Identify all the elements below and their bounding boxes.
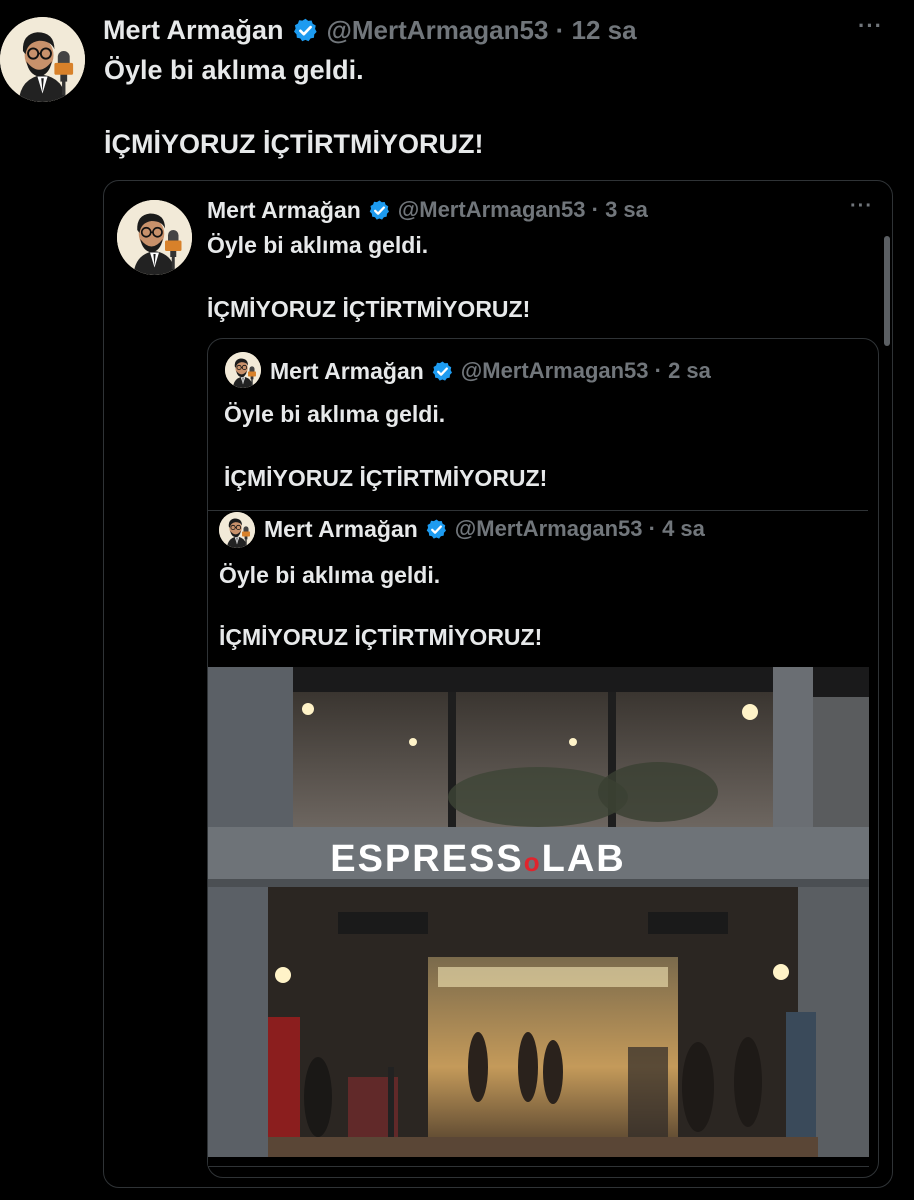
more-options-icon[interactable]: ··· — [858, 13, 883, 39]
tweet-text-line-2: İÇMİYORUZ İÇTİRTMİYORUZ! — [104, 129, 484, 159]
sign-text-right: LAB — [542, 838, 626, 880]
deep-avatar-image — [219, 512, 255, 548]
avatar-image — [0, 17, 85, 102]
deep-author-handle-time[interactable]: @MertArmagan53 · 4 sa — [455, 516, 705, 542]
sign-text-o: o — [524, 847, 542, 877]
author-name[interactable]: Mert Armağan — [103, 15, 284, 46]
storefront-photo: ESPRESSoLAB — [208, 667, 869, 1157]
sign-text-left: ESPRESS — [330, 838, 524, 880]
nested-author-name[interactable]: Mert Armağan — [270, 358, 424, 385]
verified-badge-icon — [368, 199, 391, 222]
deep-author-name[interactable]: Mert Armağan — [264, 516, 418, 543]
quoted-author-name[interactable]: Mert Armağan — [207, 197, 361, 224]
svg-text:ESPRESSoLAB: ESPRESSoLAB — [330, 838, 626, 880]
quoted-author-handle-time[interactable]: @MertArmagan53 · 3 sa — [398, 197, 648, 223]
quoted-text-line-2: İÇMİYORUZ İÇTİRTMİYORUZ! — [207, 296, 531, 322]
nested-avatar[interactable] — [225, 352, 261, 388]
deep-quoted-card-border — [208, 1158, 869, 1167]
verified-badge-icon — [425, 518, 448, 541]
verified-badge-icon — [292, 17, 319, 44]
more-options-icon[interactable]: ··· — [850, 195, 873, 218]
avatar[interactable] — [0, 17, 85, 102]
nested-text-line-2: İÇMİYORUZ İÇTİRTMİYORUZ! — [224, 465, 548, 491]
author-handle-time[interactable]: @MertArmagan53 · 12 sa — [327, 15, 637, 46]
deep-text-line-1: Öyle bi aklıma geldi. — [219, 562, 441, 588]
nested-author-handle-time[interactable]: @MertArmagan53 · 2 sa — [461, 358, 711, 384]
quoted-avatar[interactable] — [117, 200, 192, 275]
quoted-text-line-1: Öyle bi aklıma geldi. — [207, 232, 429, 258]
scrollbar-thumb[interactable] — [884, 236, 890, 346]
tweet-photo[interactable]: ESPRESSoLAB — [208, 667, 869, 1157]
deep-text-line-2: İÇMİYORUZ İÇTİRTMİYORUZ! — [219, 624, 543, 650]
deep-avatar[interactable] — [219, 512, 255, 548]
tweet-text-line-1: Öyle bi aklıma geldi. — [104, 55, 364, 85]
verified-badge-icon — [431, 360, 454, 383]
quoted-avatar-image — [117, 200, 192, 275]
nested-avatar-image — [225, 352, 261, 388]
nested-text-line-1: Öyle bi aklıma geldi. — [224, 401, 446, 427]
